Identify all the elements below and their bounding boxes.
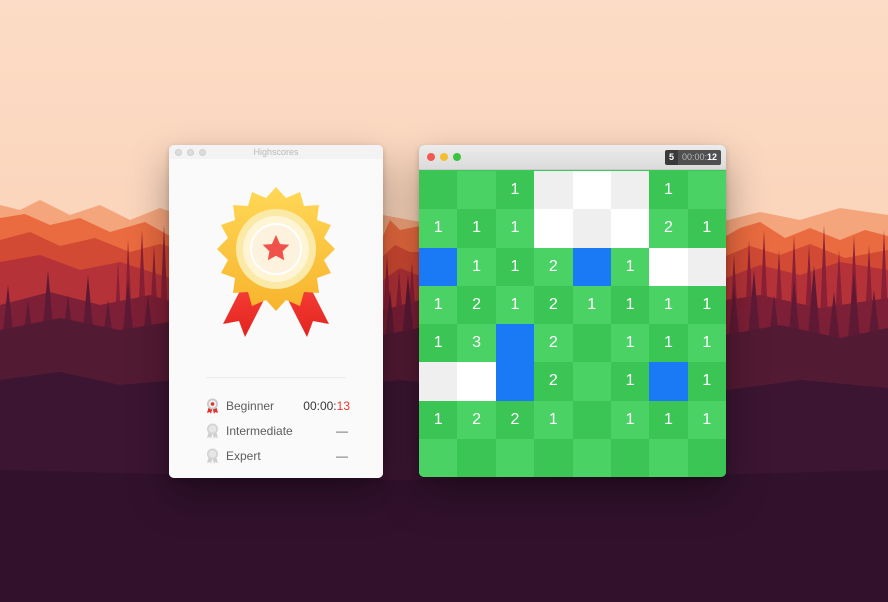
board-cell[interactable]: [495, 438, 535, 477]
board-cell[interactable]: 1: [687, 285, 726, 324]
gray-medal-icon: [205, 447, 220, 465]
board-cell[interactable]: 1: [687, 400, 726, 439]
board-cell[interactable]: 2: [534, 324, 573, 363]
flagged-cell[interactable]: [495, 362, 535, 401]
board-cell[interactable]: 1: [419, 285, 458, 324]
flagged-cell[interactable]: [419, 247, 458, 286]
award-ribbon-icon: [209, 187, 343, 347]
highscore-row-expert: Expert —: [205, 447, 350, 465]
board-cell[interactable]: 1: [610, 285, 650, 324]
board-cell[interactable]: 2: [649, 209, 688, 248]
board-cell[interactable]: 3: [457, 324, 496, 363]
board-cell[interactable]: [419, 438, 458, 477]
difficulty-label: Expert: [226, 449, 261, 463]
board-cell[interactable]: [419, 362, 458, 401]
minefield-grid: 11111211121121211111321112111221111: [419, 171, 726, 477]
board-cell[interactable]: 1: [687, 324, 726, 363]
board-cell[interactable]: 2: [495, 400, 535, 439]
board-cell[interactable]: 1: [534, 400, 573, 439]
board-cell[interactable]: [687, 247, 726, 286]
gray-medal-icon: [205, 422, 220, 440]
board-cell[interactable]: 1: [649, 285, 688, 324]
board-cell[interactable]: 1: [495, 285, 535, 324]
best-time-empty: —: [336, 449, 348, 463]
ribbon-medal-icon: [205, 397, 220, 415]
board-cell[interactable]: 1: [610, 247, 650, 286]
board-cell[interactable]: 1: [687, 362, 726, 401]
close-button[interactable]: [427, 153, 435, 161]
board-cell[interactable]: [610, 209, 650, 248]
board-cell[interactable]: 1: [457, 209, 496, 248]
board-cell[interactable]: 1: [649, 171, 688, 210]
board-cell[interactable]: 1: [419, 400, 458, 439]
board-cell[interactable]: [457, 171, 496, 210]
board-cell[interactable]: 1: [610, 324, 650, 363]
best-time-empty: —: [336, 424, 348, 438]
board-cell[interactable]: [534, 438, 573, 477]
game-timer: 00:00:12: [677, 150, 721, 165]
board-cell[interactable]: 2: [534, 247, 573, 286]
board-cell[interactable]: 2: [534, 285, 573, 324]
best-time: 00:00:13: [303, 399, 350, 413]
board-cell[interactable]: [572, 209, 611, 248]
board-cell[interactable]: 2: [457, 285, 496, 324]
board-cell[interactable]: [649, 247, 688, 286]
highscores-content: Beginner 00:00:13 Intermediate — Expert …: [169, 159, 383, 478]
board-cell[interactable]: [687, 171, 726, 210]
board-cell[interactable]: [534, 209, 573, 248]
board-cell[interactable]: [649, 438, 688, 477]
difficulty-label: Beginner: [226, 399, 275, 413]
game-titlebar: 5 00:00:12: [419, 145, 726, 170]
board-cell[interactable]: 2: [534, 362, 573, 401]
zoom-button[interactable]: [453, 153, 461, 161]
board-cell[interactable]: [419, 171, 458, 210]
window-title: Highscores: [253, 147, 299, 157]
flagged-cell[interactable]: [495, 324, 535, 363]
board-cell[interactable]: [457, 362, 496, 401]
board-cell[interactable]: [687, 438, 726, 477]
highscores-window: Highscores Beginner 00:00:13 Intermediat…: [169, 145, 383, 478]
board-cell[interactable]: 1: [610, 362, 650, 401]
board-cell[interactable]: [572, 362, 611, 401]
board-cell[interactable]: 1: [419, 324, 458, 363]
mine-counter: 5: [664, 150, 678, 165]
highscore-row-beginner: Beginner 00:00:13: [205, 397, 350, 415]
divider: [206, 377, 346, 378]
board-cell[interactable]: [572, 400, 611, 439]
board-cell[interactable]: 1: [419, 209, 458, 248]
board-cell[interactable]: 1: [457, 247, 496, 286]
board-cell[interactable]: [572, 324, 611, 363]
board-cell[interactable]: [610, 438, 650, 477]
board-cell[interactable]: [457, 438, 496, 477]
flagged-cell[interactable]: [572, 247, 611, 286]
flagged-cell[interactable]: [649, 362, 688, 401]
board-cell[interactable]: 1: [687, 209, 726, 248]
board-cell[interactable]: 1: [649, 400, 688, 439]
board-cell[interactable]: [572, 438, 611, 477]
board-cell[interactable]: 1: [572, 285, 611, 324]
board-cell[interactable]: [610, 171, 650, 210]
minesweeper-window: 5 00:00:12 11111211121121211111321112111…: [419, 145, 726, 477]
board-cell[interactable]: [572, 171, 611, 210]
board-cell[interactable]: 2: [457, 400, 496, 439]
board-cell[interactable]: 1: [495, 247, 535, 286]
highscores-titlebar: Highscores: [169, 145, 383, 159]
highscore-row-intermediate: Intermediate —: [205, 422, 350, 440]
minimize-button[interactable]: [440, 153, 448, 161]
board-cell[interactable]: 1: [649, 324, 688, 363]
board-cell[interactable]: 1: [495, 209, 535, 248]
status-counter: 5 00:00:12: [664, 150, 721, 165]
board-cell[interactable]: 1: [495, 171, 535, 210]
board-cell[interactable]: [534, 171, 573, 210]
board-cell[interactable]: 1: [610, 400, 650, 439]
difficulty-label: Intermediate: [226, 424, 293, 438]
